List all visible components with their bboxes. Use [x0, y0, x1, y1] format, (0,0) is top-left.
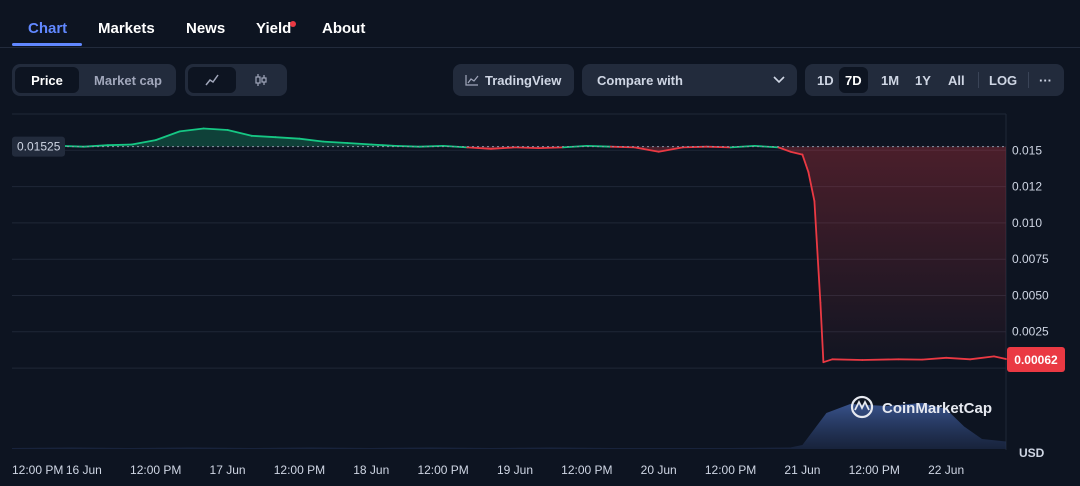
- open-price-label: 0.01525: [12, 136, 65, 157]
- x-tick-label: 12:00 PM: [12, 463, 63, 477]
- volume-area: [12, 403, 1006, 449]
- price-chart[interactable]: 0.015 0.012 0.010 0.0075 0.0050 0.0025 12:00 …: [0, 110, 1080, 486]
- y-tick-label: 0.010: [1012, 216, 1042, 230]
- price-line-segment: [106, 143, 133, 147]
- y-tick-label: 0.012: [1012, 180, 1042, 194]
- line-chart-icon: [205, 74, 219, 86]
- notification-dot: [290, 21, 296, 27]
- range-1m-button[interactable]: 1M: [875, 67, 905, 93]
- price-line-segment: [861, 358, 900, 361]
- compare-label: Compare with: [597, 72, 683, 88]
- range-1y-button[interactable]: 1Y: [909, 67, 937, 93]
- range-1d-button[interactable]: 1D: [811, 67, 840, 93]
- active-tab-indicator: [12, 43, 82, 46]
- x-tick-label: 20 Jun: [641, 463, 677, 477]
- x-tick-label: 19 Jun: [497, 463, 533, 477]
- chart-type-toggle: [185, 64, 287, 96]
- current-price-text: 0.00062: [1014, 353, 1058, 367]
- candlestick-button[interactable]: [237, 67, 285, 93]
- x-tick-label: 18 Jun: [353, 463, 389, 477]
- x-tick-label: 12:00 PM: [849, 463, 900, 477]
- log-scale-button[interactable]: LOG: [983, 67, 1023, 93]
- range-7d-button[interactable]: 7D: [839, 67, 868, 93]
- price-button[interactable]: Price: [15, 67, 79, 93]
- metric-toggle: Price Market cap: [12, 64, 176, 96]
- tradingview-label: TradingView: [485, 72, 562, 88]
- market-cap-button[interactable]: Market cap: [84, 67, 172, 93]
- y-tick-label: 0.015: [1012, 143, 1042, 157]
- x-tick-label: 16 Jun: [66, 463, 102, 477]
- tab-news[interactable]: News: [186, 20, 225, 37]
- x-tick-label: 12:00 PM: [417, 463, 468, 477]
- time-range-selector: 1D 7D 1M 1Y All LOG ···: [805, 64, 1064, 96]
- tab-markets[interactable]: Markets: [98, 20, 155, 37]
- compare-dropdown[interactable]: Compare with: [582, 64, 797, 96]
- y-tick-label: 0.0075: [1012, 252, 1049, 266]
- price-line-segment: [514, 146, 540, 149]
- x-tick-label: 12:00 PM: [705, 463, 756, 477]
- chart-line-icon: [465, 75, 479, 86]
- price-area-down: [35, 146, 1007, 363]
- x-tick-label: 22 Jun: [928, 463, 964, 477]
- candlestick-icon: [255, 74, 267, 86]
- x-tick-label: 21 Jun: [784, 463, 820, 477]
- x-tick-label: 17 Jun: [210, 463, 246, 477]
- open-price-text: 0.01525: [17, 140, 61, 154]
- tradingview-button[interactable]: TradingView: [453, 64, 574, 96]
- x-tick-label: 12:00 PM: [130, 463, 181, 477]
- y-tick-label: 0.0025: [1012, 325, 1049, 339]
- tab-about[interactable]: About: [322, 20, 365, 37]
- current-price-label: 0.00062: [1007, 347, 1065, 373]
- watermark-text: CoinMarketCap: [882, 400, 992, 417]
- price-line-segment: [831, 358, 864, 361]
- toolbar-divider: [978, 72, 979, 88]
- x-tick-label: 12:00 PM: [561, 463, 612, 477]
- tab-yield[interactable]: Yield: [256, 20, 291, 37]
- range-all-button[interactable]: All: [942, 67, 971, 93]
- more-options-button[interactable]: ···: [1033, 67, 1058, 93]
- y-tick-label: 0.0050: [1012, 288, 1049, 302]
- line-chart-button[interactable]: [188, 67, 236, 93]
- tab-bar: Chart Markets News Yield About: [0, 0, 1080, 48]
- toolbar-divider: [1028, 72, 1029, 88]
- chevron-down-icon: [773, 76, 785, 84]
- currency-label: USD: [1019, 446, 1045, 460]
- tab-chart[interactable]: Chart: [28, 20, 67, 37]
- x-tick-label: 12:00 PM: [274, 463, 325, 477]
- price-line-segment: [538, 146, 564, 149]
